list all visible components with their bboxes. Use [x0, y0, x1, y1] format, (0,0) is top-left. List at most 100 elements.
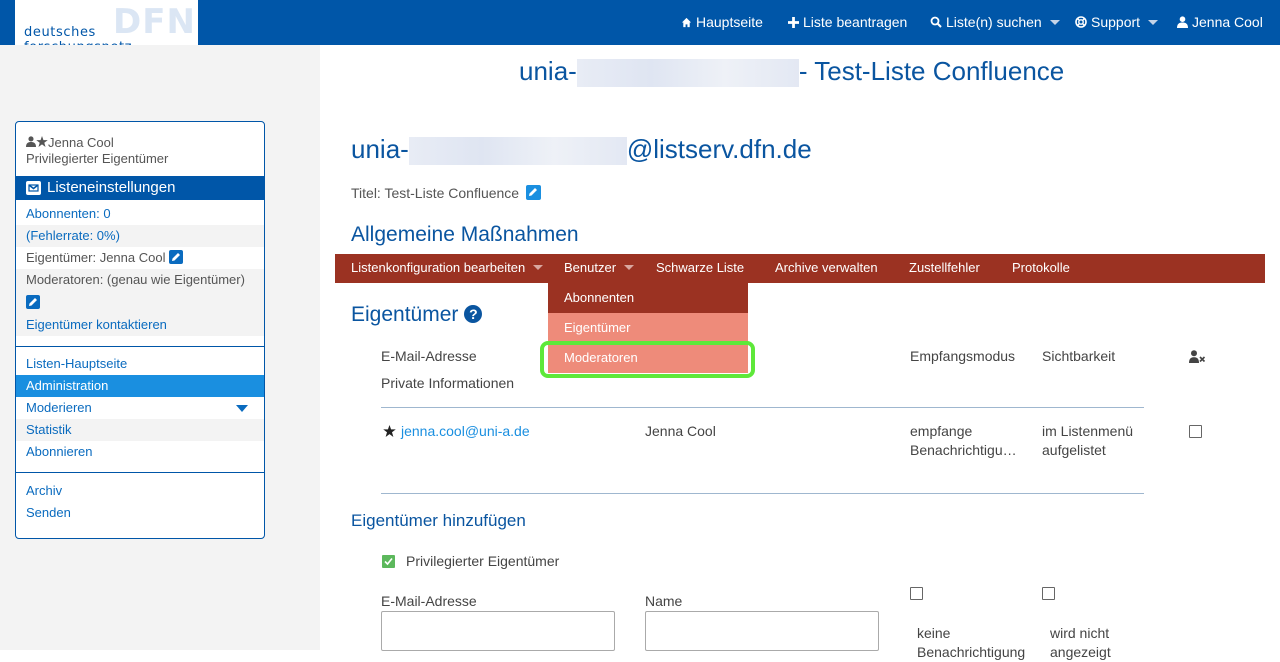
privileged-owner-checkbox[interactable] — [382, 555, 395, 568]
contact-owners-link[interactable]: Eigentümer kontaktieren — [26, 317, 167, 332]
sidebar-item-label[interactable]: Statistik — [26, 422, 72, 437]
menu-blacklist[interactable]: Schwarze Liste — [656, 254, 744, 283]
sidebar-moderators: Moderatoren: (genau wie Eigentümer) — [16, 269, 264, 314]
email-field[interactable] — [381, 611, 615, 651]
sidebar-item-subscribe[interactable]: Abonnieren — [16, 441, 264, 463]
col-email: E-Mail-Adresse — [381, 348, 477, 364]
owner-email-link[interactable]: jenna.cool@uni-a.de — [401, 422, 530, 441]
add-owners-heading: Eigentümer hinzufügen — [351, 511, 526, 530]
edit-icon[interactable] — [26, 295, 40, 309]
plus-icon — [788, 17, 799, 28]
not-shown-label: wird nicht angezeigt — [1050, 625, 1111, 660]
sidebar-error-rate[interactable]: (Fehlerrate: 0%) — [16, 225, 264, 247]
nav-request-list[interactable]: Liste beantragen — [788, 0, 907, 45]
sidebar-item-label[interactable]: Senden — [26, 505, 71, 520]
dropdown-item-subscribers[interactable]: Abonnenten — [548, 283, 748, 313]
menu-logs[interactable]: Protokolle — [1012, 254, 1070, 283]
menu-logs-label: Protokolle — [1012, 260, 1070, 275]
not-shown-checkbox[interactable] — [1042, 587, 1055, 600]
sidebar-section-header[interactable]: Listeneinstellungen — [16, 176, 264, 200]
owner-name: Jenna Cool — [645, 423, 716, 439]
privileged-owner-label: Privilegierter Eigentümer — [406, 553, 560, 569]
sidebar-owner: Eigentümer: Jenna Cool — [16, 247, 264, 269]
chevron-down-icon — [533, 265, 544, 270]
no-notification-checkbox[interactable] — [910, 587, 923, 600]
nav-home-label: Hauptseite — [696, 14, 763, 30]
sidebar-item-label[interactable]: Moderieren — [26, 400, 92, 415]
highlight-outline — [540, 341, 755, 378]
subscribers-count[interactable]: Abonnenten: 0 — [26, 206, 111, 221]
page-title-suffix: - Test-Liste Confluence — [798, 56, 1065, 86]
sidebar-divider — [16, 346, 264, 347]
title-value: Test-Liste Confluence — [384, 185, 520, 201]
sidebar-section-title: Listeneinstellungen — [47, 179, 176, 196]
name-field[interactable] — [645, 611, 879, 651]
help-icon[interactable]: ? — [464, 305, 483, 323]
nav-search-lists-label: Liste(n) suchen — [946, 14, 1042, 30]
sidebar-panel: Jenna Cool Privilegierter Eigentümer Lis… — [15, 121, 265, 539]
nav-user-menu[interactable]: Jenna Cool — [1177, 0, 1263, 45]
lifebuoy-icon — [1075, 16, 1087, 28]
menu-archives-label: Archive verwalten — [775, 260, 878, 275]
chevron-down-icon — [1148, 20, 1159, 25]
sidebar-item-label[interactable]: Listen-Hauptseite — [26, 356, 127, 371]
menu-bounces-label: Zustellfehler — [909, 260, 980, 275]
admin-menubar: Listenkonfiguration bearbeiten Benutzer … — [335, 254, 1265, 283]
sidebar-user-name: Jenna Cool — [48, 135, 114, 150]
sidebar-item-archive[interactable]: Archiv — [16, 480, 264, 502]
redacted-block — [576, 59, 799, 88]
dropdown-item-owners[interactable]: Eigentümer — [548, 313, 748, 343]
form-email-label: E-Mail-Adresse — [381, 593, 477, 609]
table-divider — [381, 407, 1144, 408]
dfn-logo[interactable]: DFN deutsches forschungsnetz — [15, 0, 198, 45]
owner-select-checkbox[interactable] — [1189, 425, 1202, 438]
sidebar-subscribers-link[interactable]: Abonnenten: 0 — [16, 203, 264, 225]
list-address: unia- @listserv.dfn.de — [351, 134, 812, 166]
menu-users-label: Benutzer — [564, 260, 617, 275]
nav-support-label: Support — [1091, 14, 1141, 30]
sidebar-item-label[interactable]: Archiv — [26, 483, 62, 498]
col-private-info: Private Informationen — [381, 375, 515, 391]
menu-edit-config-label: Listenkonfiguration bearbeiten — [351, 260, 526, 275]
owners-heading-label: Eigentümer — [351, 303, 459, 326]
sidebar-item-send[interactable]: Senden — [16, 502, 264, 524]
owner-reception: empfange Benachrichtigu… — [910, 423, 1017, 458]
user-icon — [26, 136, 36, 147]
sidebar-item-list-home[interactable]: Listen-Hauptseite — [16, 353, 264, 375]
sidebar-item-statistics[interactable]: Statistik — [16, 419, 264, 441]
error-rate[interactable]: (Fehlerrate: 0%) — [26, 228, 120, 243]
menu-edit-config[interactable]: Listenkonfiguration bearbeiten — [351, 254, 544, 283]
no-notification-label: keine Benachrichtigung — [917, 625, 1026, 660]
nav-user-label: Jenna Cool — [1192, 14, 1263, 30]
redacted-block — [408, 137, 627, 166]
sidebar-item-label[interactable]: Administration — [26, 378, 108, 393]
chevron-down-icon[interactable] — [236, 405, 248, 412]
col-visibility: Sichtbarkeit — [1042, 348, 1116, 364]
menu-archives[interactable]: Archive verwalten — [775, 254, 878, 283]
sidebar-item-moderate[interactable]: Moderieren — [16, 397, 264, 419]
checkmark-icon — [384, 557, 393, 566]
address-suffix: @listserv.dfn.de — [626, 134, 812, 164]
chevron-down-icon — [1049, 20, 1060, 25]
title-label: Titel: — [351, 185, 381, 201]
home-icon — [681, 17, 692, 28]
moderators-text: Moderatoren: (genau wie Eigentümer) — [26, 272, 245, 287]
nav-request-list-label: Liste beantragen — [803, 14, 908, 30]
user-icon — [1177, 16, 1188, 28]
page-title: unia- - Test-Liste Confluence — [519, 56, 1065, 88]
menu-bounces[interactable]: Zustellfehler — [909, 254, 980, 283]
nav-search-lists[interactable]: Liste(n) suchen — [930, 0, 1060, 45]
edit-icon[interactable] — [169, 250, 184, 264]
chevron-down-icon — [624, 265, 635, 270]
logo-text: deutsches forschungsnetz — [24, 25, 132, 45]
nav-support[interactable]: Support — [1075, 0, 1159, 45]
menu-users[interactable]: Benutzer — [564, 254, 635, 283]
star-icon — [36, 136, 48, 147]
sidebar-item-administration[interactable]: Administration — [16, 375, 264, 397]
col-reception-mode: Empfangsmodus — [910, 348, 1016, 364]
edit-icon[interactable] — [526, 185, 541, 200]
menu-blacklist-label: Schwarze Liste — [656, 260, 745, 275]
sidebar-contact-owners[interactable]: Eigentümer kontaktieren — [16, 314, 264, 336]
nav-home[interactable]: Hauptseite — [681, 0, 763, 45]
sidebar-item-label[interactable]: Abonnieren — [26, 444, 93, 459]
